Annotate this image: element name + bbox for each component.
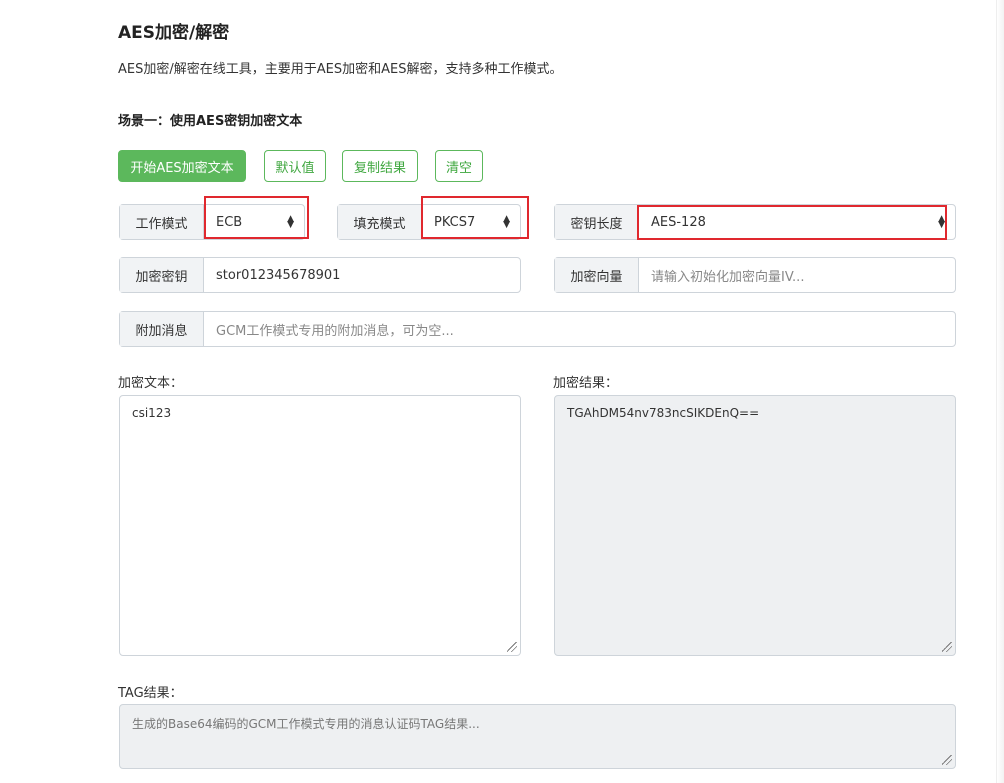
padding-label: 填充模式 — [338, 205, 422, 239]
resize-grip-icon[interactable] — [507, 642, 517, 652]
keylen-label: 密钥长度 — [555, 205, 639, 239]
keylen-highlight-box — [637, 205, 947, 240]
tag-textarea[interactable]: 生成的Base64编码的GCM工作模式专用的消息认证码TAG结果... — [119, 704, 956, 769]
copy-result-button[interactable]: 复制结果 — [342, 150, 418, 182]
key-group: 加密密钥 stor012345678901 — [119, 257, 521, 293]
tag-label: TAG结果： — [118, 686, 183, 701]
default-value-button[interactable]: 默认值 — [264, 150, 326, 182]
mode-label: 工作模式 — [120, 205, 204, 239]
resize-grip-icon[interactable] — [942, 755, 952, 765]
plaintext-value: csi123 — [132, 406, 172, 420]
page-scroll-edge — [996, 0, 1004, 783]
key-label: 加密密钥 — [120, 258, 204, 292]
page-title: AES加密/解密 — [118, 23, 230, 43]
result-value: TGAhDM54nv783ncSIKDEnQ== — [567, 406, 760, 420]
aad-input[interactable]: GCM工作模式专用的附加消息，可为空... — [204, 312, 955, 346]
tag-placeholder: 生成的Base64编码的GCM工作模式专用的消息认证码TAG结果... — [132, 717, 480, 731]
resize-grip-icon[interactable] — [942, 642, 952, 652]
key-input[interactable]: stor012345678901 — [204, 258, 520, 292]
iv-group: 加密向量 请输入初始化加密向量IV... — [554, 257, 956, 293]
scene-title: 场景一：使用AES密钥加密文本 — [118, 114, 303, 129]
aad-group: 附加消息 GCM工作模式专用的附加消息，可为空... — [119, 311, 956, 347]
aad-label: 附加消息 — [120, 312, 204, 346]
plaintext-label: 加密文本： — [118, 376, 184, 391]
plaintext-textarea[interactable]: csi123 — [119, 395, 521, 656]
encrypt-button[interactable]: 开始AES加密文本 — [118, 150, 246, 182]
iv-label: 加密向量 — [555, 258, 639, 292]
clear-button[interactable]: 清空 — [435, 150, 483, 182]
result-textarea[interactable]: TGAhDM54nv783ncSIKDEnQ== — [554, 395, 956, 656]
result-label: 加密结果： — [553, 376, 619, 391]
padding-highlight-box — [421, 196, 529, 239]
iv-input[interactable]: 请输入初始化加密向量IV... — [639, 258, 955, 292]
page-description: AES加密/解密在线工具，主要用于AES加密和AES解密，支持多种工作模式。 — [118, 62, 563, 77]
mode-highlight-box — [204, 196, 309, 239]
